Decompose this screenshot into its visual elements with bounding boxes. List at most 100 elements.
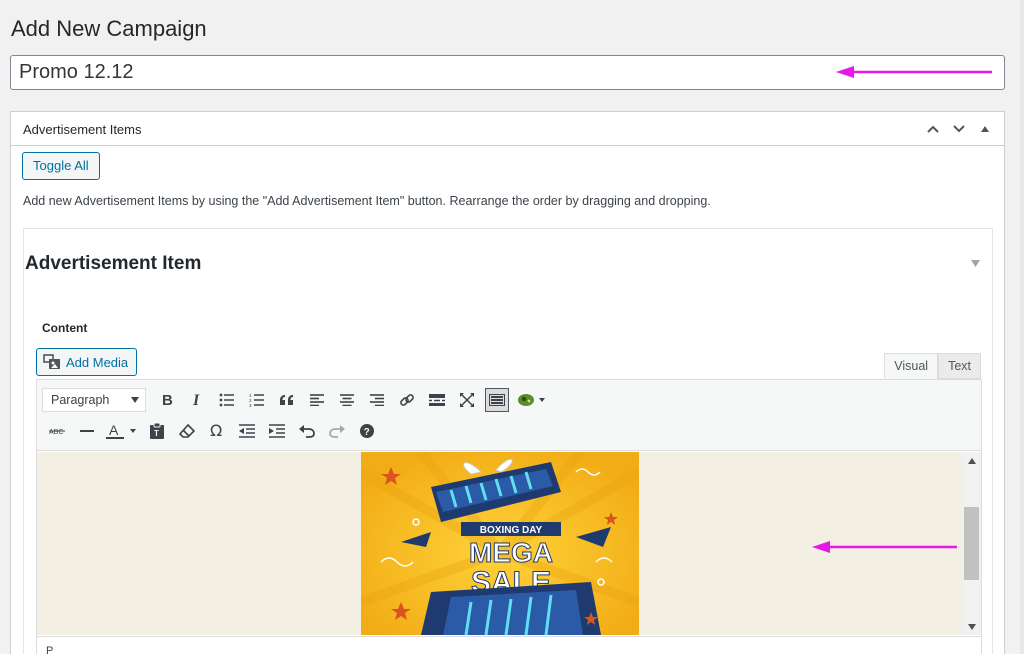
numbered-list-button[interactable]: 1 2 3 (242, 386, 272, 414)
align-left-icon (310, 394, 324, 406)
page-scrollbar-edge (1020, 0, 1024, 654)
tab-visual[interactable]: Visual (884, 353, 939, 379)
media-icon (43, 354, 60, 369)
fullscreen-button[interactable] (452, 386, 482, 414)
toggle-all-button[interactable]: Toggle All (22, 152, 100, 180)
omega-icon: Ω (210, 423, 222, 439)
read-more-button[interactable] (422, 386, 452, 414)
metabox-handle-actions (922, 118, 996, 140)
mega-sale-graphic: BOXING DAY MEGA SALE (361, 452, 639, 635)
insert-link-button[interactable] (392, 386, 422, 414)
editor-scrollbar[interactable] (962, 452, 981, 635)
undo-button[interactable] (292, 417, 322, 445)
chevron-up-icon (927, 125, 939, 133)
align-center-button[interactable] (332, 386, 362, 414)
item-title: Advertisement Item (25, 253, 202, 274)
indent-icon (269, 424, 285, 438)
italic-icon: I (192, 392, 200, 408)
link-icon (400, 394, 414, 406)
collapse-toggle-button[interactable] (974, 118, 996, 140)
eraser-icon (179, 424, 195, 438)
toolbar-toggle-button[interactable] (485, 388, 509, 412)
svg-text:I: I (192, 392, 200, 408)
move-down-button[interactable] (948, 118, 970, 140)
annotation-arrow-editor (812, 541, 957, 553)
align-right-button[interactable] (362, 386, 392, 414)
decrease-indent-button[interactable] (232, 417, 262, 445)
triangle-up-icon (981, 126, 989, 132)
item-collapse-toggle[interactable] (971, 259, 980, 270)
text-color-button[interactable]: A (102, 417, 142, 445)
editor-toolbar: Paragraph B I 1 2 3 ABC A T Ω ? (37, 380, 981, 451)
bulleted-list-icon (219, 393, 234, 407)
format-select-value: Paragraph (51, 393, 110, 407)
fullscreen-icon (460, 393, 474, 407)
toolbar-row-1: Paragraph B I 1 2 3 (42, 386, 552, 414)
format-select[interactable]: Paragraph (42, 388, 146, 412)
bold-icon: B (162, 392, 173, 408)
promo-image[interactable]: BOXING DAY MEGA SALE (361, 452, 639, 635)
scroll-up-button[interactable] (962, 452, 981, 469)
paste-text-button[interactable]: T (142, 417, 172, 445)
page-title: Add New Campaign (11, 16, 207, 41)
toolbar-row-2: ABC A T Ω ? (42, 417, 382, 445)
chevron-down-icon (953, 125, 965, 133)
special-character-button[interactable]: Ω (202, 417, 232, 445)
annotation-arrow-title (836, 66, 992, 78)
undo-icon (299, 425, 315, 438)
svg-text:T: T (154, 429, 159, 438)
outdent-icon (239, 424, 255, 438)
strikethrough-icon: ABC (49, 429, 65, 436)
scroll-thumb[interactable] (964, 507, 979, 580)
image-text-line2: MEGA (469, 537, 553, 568)
bold-button[interactable]: B (152, 386, 182, 414)
content-editor: Paragraph B I 1 2 3 ABC A T Ω ? BOXING D… (36, 379, 982, 654)
read-more-icon (429, 394, 445, 406)
scroll-down-button[interactable] (962, 618, 981, 635)
increase-indent-button[interactable] (262, 417, 292, 445)
svg-text:?: ? (364, 427, 370, 438)
svg-text:B: B (162, 392, 173, 408)
move-up-button[interactable] (922, 118, 944, 140)
help-text: Add new Advertisement Items by using the… (23, 194, 711, 208)
editor-content-area[interactable]: BOXING DAY MEGA SALE (37, 452, 981, 635)
add-media-label: Add Media (66, 354, 129, 370)
help-icon: ? (360, 424, 374, 438)
tab-text[interactable]: Text (938, 353, 981, 379)
svg-text:Ω: Ω (210, 423, 222, 439)
align-right-icon (370, 394, 384, 406)
caret-down-icon (131, 397, 139, 403)
keyboard-shortcuts-button[interactable]: ? (352, 417, 382, 445)
plugin-icon (518, 394, 545, 406)
align-center-icon (340, 394, 354, 406)
metabox-title: Advertisement Items (23, 122, 142, 137)
element-path[interactable]: P (46, 645, 53, 654)
svg-text:3: 3 (249, 403, 252, 407)
scroll-down-icon (967, 623, 976, 630)
advertisement-items-metabox: Advertisement Items Toggle All Add new A… (10, 111, 1005, 654)
numbered-list-icon: 1 2 3 (249, 393, 264, 407)
align-left-button[interactable] (302, 386, 332, 414)
italic-button[interactable]: I (182, 386, 212, 414)
metabox-header: Advertisement Items (11, 112, 1004, 146)
keyboard-icon (489, 394, 505, 406)
blockquote-button[interactable] (272, 386, 302, 414)
horizontal-line-icon (80, 430, 94, 432)
horizontal-line-button[interactable] (72, 417, 102, 445)
svg-text:A: A (109, 422, 119, 438)
plugin-menu-button[interactable] (512, 386, 552, 414)
svg-text:ABC: ABC (49, 429, 63, 436)
scroll-up-icon (967, 457, 976, 464)
redo-button[interactable] (322, 417, 352, 445)
advertisement-item: Advertisement Item Content Add Media Vis… (23, 228, 993, 654)
text-color-icon: A (106, 422, 136, 439)
editor-tabs: Visual Text (884, 353, 981, 379)
clear-formatting-button[interactable] (172, 417, 202, 445)
triangle-down-icon (971, 260, 980, 267)
bulleted-list-button[interactable] (212, 386, 242, 414)
clipboard-icon: T (150, 423, 164, 439)
add-media-button[interactable]: Add Media (36, 348, 138, 376)
image-text-line1: BOXING DAY (480, 525, 543, 536)
editor-statusbar: P (37, 636, 981, 654)
strikethrough-button[interactable]: ABC (42, 417, 72, 445)
